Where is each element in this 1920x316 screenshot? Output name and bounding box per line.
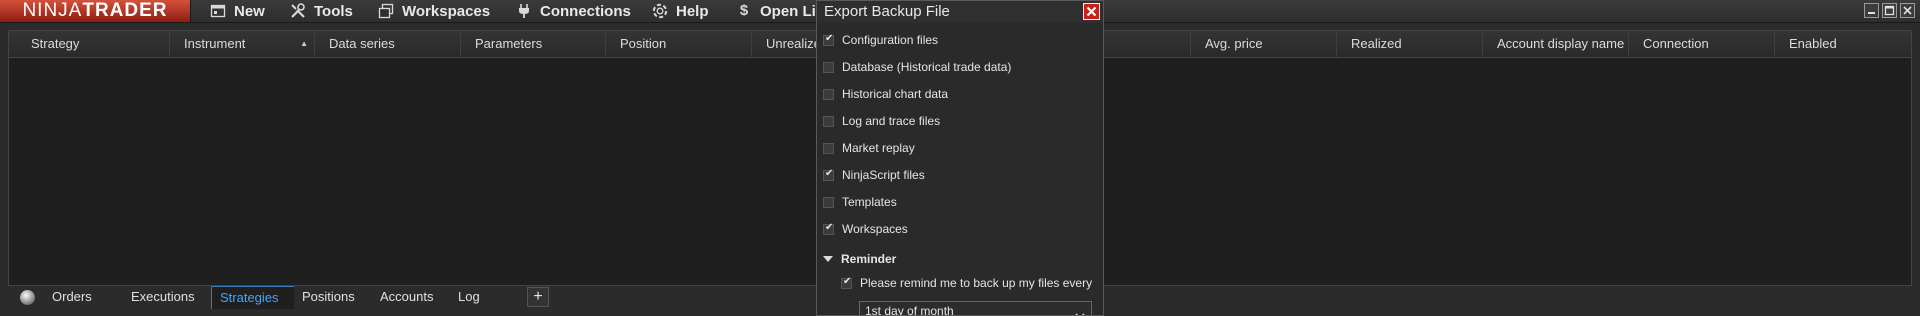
menu-tools-label: Tools	[314, 2, 353, 20]
checkbox-ninjascript-files[interactable]	[823, 168, 834, 181]
close-icon	[1903, 6, 1912, 15]
close-window-button[interactable]	[1900, 3, 1915, 18]
menu-open-live[interactable]: $ Open Li	[736, 0, 816, 22]
tab-strategies[interactable]: Strategies	[211, 286, 295, 309]
column-header-account-display-name[interactable]: Account display name	[1483, 31, 1629, 57]
chevron-down-icon	[1075, 307, 1085, 315]
column-header-position[interactable]: Position	[606, 31, 752, 57]
lifebuoy-icon	[652, 3, 668, 19]
reminder-frequency-select[interactable]: 1st day of month	[859, 301, 1092, 316]
option-label: Templates	[842, 195, 897, 209]
checkbox-remind-backup[interactable]	[841, 276, 852, 289]
dollar-icon: $	[739, 2, 749, 19]
checkbox-templates[interactable]	[823, 196, 834, 208]
ninjatrader-logo[interactable]: NINJATRADER	[0, 0, 191, 22]
menu-tools[interactable]: Tools	[290, 0, 353, 22]
option-label: Market replay	[842, 141, 915, 155]
option-label: NinjaScript files	[842, 168, 925, 182]
column-header-strategy[interactable]: Strategy	[9, 31, 170, 57]
option-label: Database (Historical trade data)	[842, 60, 1012, 74]
tab-executions[interactable]: Executions	[123, 286, 212, 309]
collapse-triangle-icon	[823, 256, 833, 262]
close-icon	[1086, 6, 1097, 17]
column-header-data-series[interactable]: Data series	[315, 31, 461, 57]
sort-ascending-icon: ▲	[300, 39, 308, 48]
tab-accounts[interactable]: Accounts	[372, 286, 451, 309]
menu-open-live-label: Open Li	[760, 2, 816, 20]
option-label: Historical chart data	[842, 87, 949, 101]
option-database[interactable]: Database (Historical trade data)	[823, 57, 1011, 77]
minimize-button[interactable]	[1864, 3, 1879, 18]
checkbox-log-and-trace-files[interactable]	[823, 115, 834, 127]
tab-log[interactable]: Log	[450, 286, 530, 309]
dialog-title: Export Backup File	[824, 3, 950, 20]
reminder-section-header[interactable]: Reminder	[823, 250, 896, 268]
logo-text-ninja: NINJA	[22, 0, 83, 21]
checkbox-database[interactable]	[823, 61, 834, 73]
menu-help-label: Help	[676, 2, 709, 20]
option-remind-backup[interactable]: Please remind me to back up my files eve…	[841, 273, 1092, 293]
tab-menu-ball-icon[interactable]	[20, 290, 35, 305]
column-header-connection[interactable]: Connection	[1629, 31, 1775, 57]
minimize-icon	[1868, 12, 1875, 14]
menu-new-label: New	[234, 2, 265, 20]
option-label: Workspaces	[842, 222, 908, 236]
tools-icon	[290, 3, 306, 19]
option-ninjascript-files[interactable]: NinjaScript files	[823, 165, 925, 185]
reminder-frequency-value: 1st day of month	[865, 304, 954, 316]
add-tab-button[interactable]: +	[527, 287, 549, 307]
option-label: Please remind me to back up my files eve…	[860, 276, 1093, 290]
menu-connections-label: Connections	[540, 2, 631, 20]
menu-help[interactable]: Help	[652, 0, 709, 22]
column-header-avg-price[interactable]: Avg. price	[1191, 31, 1337, 57]
logo-text-trader: TRADER	[82, 0, 168, 21]
option-historical-chart-data[interactable]: Historical chart data	[823, 84, 948, 104]
column-header-enabled[interactable]: Enabled	[1775, 31, 1911, 57]
option-label: Configuration files	[842, 33, 939, 47]
option-configuration-files[interactable]: Configuration files	[823, 30, 938, 50]
option-market-replay[interactable]: Market replay	[823, 138, 915, 158]
checkbox-market-replay[interactable]	[823, 142, 834, 154]
bottom-tab-bar: Orders Executions Strategies Positions A…	[8, 286, 708, 310]
option-templates[interactable]: Templates	[823, 192, 897, 212]
dialog-close-button[interactable]	[1083, 3, 1100, 20]
export-backup-dialog: Export Backup File Configuration files D…	[816, 0, 1104, 316]
column-header-parameters[interactable]: Parameters	[461, 31, 606, 57]
column-header-instrument[interactable]: Instrument ▲	[170, 31, 315, 57]
column-header-instrument-label: Instrument	[184, 36, 246, 51]
option-log-and-trace-files[interactable]: Log and trace files	[823, 111, 940, 131]
checkbox-historical-chart-data[interactable]	[823, 88, 834, 100]
tab-orders[interactable]: Orders	[44, 286, 124, 309]
option-workspaces[interactable]: Workspaces	[823, 219, 908, 239]
menu-workspaces-label: Workspaces	[402, 2, 491, 20]
new-window-icon	[210, 3, 226, 19]
menu-workspaces[interactable]: Workspaces	[378, 0, 490, 22]
menu-connections[interactable]: Connections	[516, 0, 631, 22]
workspaces-icon	[378, 3, 394, 19]
maximize-icon	[1884, 5, 1895, 16]
column-header-realized[interactable]: Realized	[1337, 31, 1483, 57]
checkbox-workspaces[interactable]	[823, 222, 834, 235]
menu-new[interactable]: New	[210, 0, 265, 22]
dialog-title-bar[interactable]: Export Backup File	[817, 1, 1103, 23]
option-label: Log and trace files	[842, 114, 941, 128]
maximize-button[interactable]	[1882, 3, 1897, 18]
checkbox-configuration-files[interactable]	[823, 33, 834, 46]
tab-positions[interactable]: Positions	[294, 286, 373, 309]
plug-icon	[516, 3, 532, 19]
reminder-section-label: Reminder	[841, 252, 897, 266]
